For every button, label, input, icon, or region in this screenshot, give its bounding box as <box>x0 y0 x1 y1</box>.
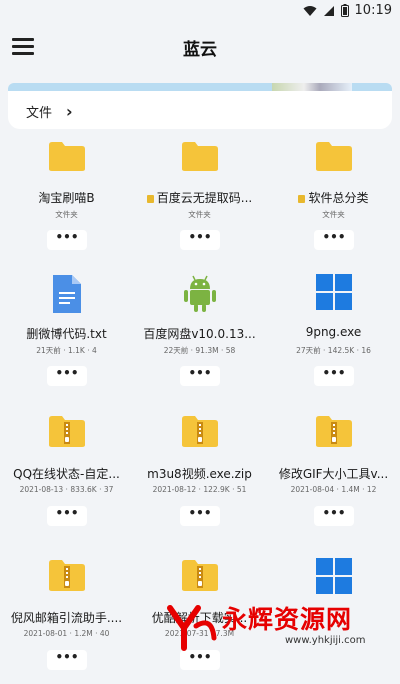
file-meta: 2021-08-13 · 833.6K · 37 <box>19 485 114 494</box>
breadcrumb: 文件 › <box>8 91 392 129</box>
file-meta: 文件夹 <box>55 210 78 219</box>
battery-icon <box>340 4 349 17</box>
more-options-button[interactable]: ••• <box>314 506 354 526</box>
more-options-button[interactable]: ••• <box>180 650 220 670</box>
folder-icon <box>133 140 266 172</box>
file-meta: 27天前 · 142.5K · 16 <box>296 346 371 355</box>
folder-icon <box>0 140 133 172</box>
file-item[interactable]: 百度网盘v10.0.13... 22天前 · 91.3M · 58 ••• <box>133 270 266 400</box>
file-item[interactable]: 优酷解析下载实... 2021-07-31 · 7.3M ••• <box>133 554 266 684</box>
file-item[interactable]: 淘宝刷喵B 文件夹 ••• <box>0 134 133 264</box>
file-name-text: 倪风邮箱引流助手.... <box>10 611 123 625</box>
folder-icon <box>267 140 400 172</box>
file-meta: 文件夹 <box>188 210 211 219</box>
more-options-button[interactable]: ••• <box>314 230 354 250</box>
more-options-button[interactable]: ••• <box>47 230 87 250</box>
file-name-text: 百度网盘v10.0.13... <box>143 327 256 341</box>
file-name: 优酷解析下载实... <box>137 609 262 626</box>
file-meta: 21天前 · 1.1K · 4 <box>36 346 97 355</box>
file-item[interactable]: 删微博代码.txt 21天前 · 1.1K · 4 ••• <box>0 270 133 400</box>
zip-archive-icon <box>0 414 133 448</box>
lock-icon <box>298 194 306 203</box>
file-item[interactable]: 百度云无提取码... 文件夹 ••• <box>133 134 266 264</box>
file-item[interactable]: 软件总分类文件夹 ••• <box>267 134 400 264</box>
page-title: 蓝云 <box>183 40 217 60</box>
file-meta: 2021-08-12 · 122.9K · 51 <box>152 485 247 494</box>
more-options-button[interactable]: ••• <box>180 506 220 526</box>
text-document-icon <box>0 274 133 314</box>
file-name: m3u8视频.exe.zip <box>137 465 262 482</box>
file-meta: 2021-07-31 · 7.3M <box>164 629 235 638</box>
chevron-right-icon: › <box>66 102 73 121</box>
status-icons: 10:19 <box>303 3 392 18</box>
banner-strip <box>8 83 392 91</box>
more-options-button[interactable]: ••• <box>47 650 87 670</box>
file-name-text: 软件总分类 <box>308 191 369 205</box>
file-meta: 文件夹 <box>322 210 345 219</box>
zip-archive-icon <box>0 558 133 592</box>
file-name-text: 优酷解析下载实... <box>151 611 248 625</box>
file-name-text: 淘宝刷喵B <box>38 191 95 205</box>
more-options-button[interactable]: ••• <box>180 366 220 386</box>
file-name-text: 修改GIF大小工具v... <box>278 467 389 481</box>
file-name: 修改GIF大小工具v... <box>271 465 396 482</box>
file-meta: 2021-08-01 · 1.2M · 40 <box>23 629 110 638</box>
more-options-button[interactable]: ••• <box>47 506 87 526</box>
wifi-icon <box>303 5 317 16</box>
file-item[interactable] <box>267 554 400 684</box>
file-name: 百度云无提取码... <box>137 189 262 206</box>
zip-archive-icon <box>267 414 400 448</box>
file-name: 倪风邮箱引流助手.... <box>4 609 129 626</box>
file-name: 百度网盘v10.0.13... <box>137 325 262 342</box>
file-meta: 2021-08-04 · 1.4M · 12 <box>290 485 377 494</box>
file-name-text: QQ在线状态-自定... <box>13 467 120 481</box>
file-name: QQ在线状态-自定... <box>4 465 129 482</box>
file-item[interactable]: 修改GIF大小工具v... 2021-08-04 · 1.4M · 12 ••• <box>267 410 400 540</box>
file-name: 软件总分类 <box>271 189 396 206</box>
file-item[interactable]: 倪风邮箱引流助手.... 2021-08-01 · 1.2M · 40 ••• <box>0 554 133 684</box>
windows-exe-icon <box>267 558 400 594</box>
more-options-button[interactable]: ••• <box>47 366 87 386</box>
signal-icon <box>323 5 334 16</box>
file-name-text: 删微博代码.txt <box>26 327 107 341</box>
file-meta: 22天前 · 91.3M · 58 <box>163 346 236 355</box>
more-options-button[interactable]: ••• <box>314 366 354 386</box>
file-name-text: 9png.exe <box>305 325 362 339</box>
windows-exe-icon <box>267 274 400 310</box>
lock-icon <box>146 194 154 203</box>
breadcrumb-label: 文件 <box>26 106 53 121</box>
app-bar: 蓝云 <box>0 24 400 72</box>
clock: 10:19 <box>354 3 392 18</box>
file-name: 淘宝刷喵B <box>4 189 129 206</box>
file-item[interactable]: QQ在线状态-自定... 2021-08-13 · 833.6K · 37 ••• <box>0 410 133 540</box>
file-item[interactable]: 9png.exe 27天前 · 142.5K · 16 ••• <box>267 270 400 400</box>
zip-archive-icon <box>133 558 266 592</box>
file-name: 删微博代码.txt <box>4 325 129 342</box>
zip-archive-icon <box>133 414 266 448</box>
more-options-button[interactable]: ••• <box>180 230 220 250</box>
breadcrumb-files[interactable]: 文件 › <box>26 102 73 121</box>
file-name: 9png.exe <box>271 325 396 339</box>
file-name-text: 百度云无提取码... <box>156 191 253 205</box>
status-bar: 10:19 <box>0 0 400 24</box>
file-name-text: m3u8视频.exe.zip <box>147 467 252 481</box>
file-item[interactable]: m3u8视频.exe.zip 2021-08-12 · 122.9K · 51 ••… <box>133 410 266 540</box>
android-apk-icon <box>133 274 266 314</box>
